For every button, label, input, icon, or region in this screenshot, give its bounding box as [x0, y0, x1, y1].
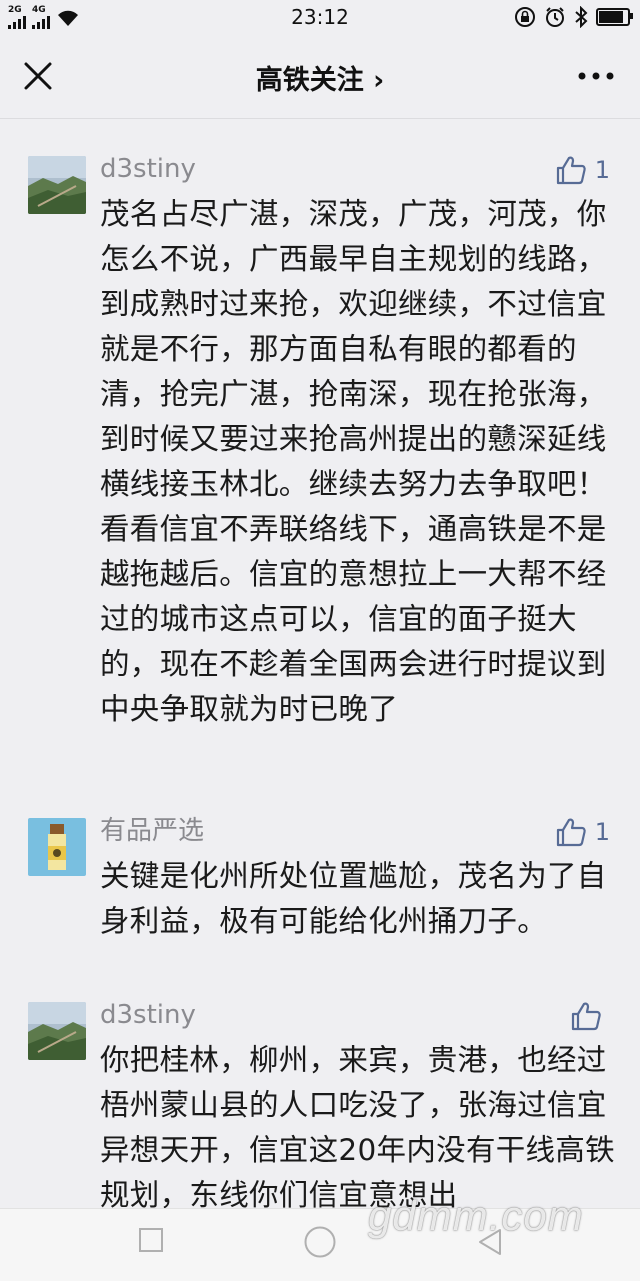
like-count: 1 [594, 818, 610, 846]
avatar[interactable] [28, 156, 86, 214]
battery-icon [596, 8, 633, 26]
like-button[interactable]: 1 [555, 154, 610, 186]
avatar[interactable] [28, 1002, 86, 1060]
comment-username[interactable]: 有品严选 [100, 816, 204, 846]
status-right-icons [514, 6, 633, 28]
more-icon[interactable] [576, 66, 616, 86]
like-count: 1 [594, 156, 610, 184]
thumbs-up-icon [556, 156, 586, 185]
alarm-icon [546, 7, 564, 27]
page-title[interactable]: 高铁关注 › [0, 58, 640, 97]
comment-username[interactable]: d3stiny [100, 1000, 196, 1030]
nav-bar: 高铁关注 › [0, 34, 640, 119]
bluetooth-icon [575, 6, 588, 28]
status-bar: 2G 4G 23:12 [0, 0, 640, 34]
watermark: gdmm.com [368, 1192, 584, 1239]
like-button[interactable] [570, 1000, 610, 1032]
thumbs-up-icon [556, 818, 586, 847]
thumbs-up-icon [571, 1002, 601, 1031]
comment-text: 茂名占尽广湛，深茂，广茂，河茂，你怎么不说，广西最早自主规划的线路，到成熟时过来… [100, 197, 607, 726]
square-icon[interactable] [138, 1227, 164, 1253]
comment-text: 关键是化州所处位置尴尬，茂名为了自身利益，极有可能给化州捅刀子。 [100, 859, 607, 938]
comment-text: 你把桂林，柳州，来宾，贵港，也经过梧州蒙山县的人口吃没了，张海过信宜异想天开，信… [100, 1043, 615, 1212]
comment-username[interactable]: d3stiny [100, 154, 196, 184]
circle-icon[interactable] [303, 1225, 337, 1259]
avatar[interactable] [28, 818, 86, 876]
like-button[interactable]: 1 [555, 816, 610, 848]
lock-rotation-icon [515, 7, 535, 27]
